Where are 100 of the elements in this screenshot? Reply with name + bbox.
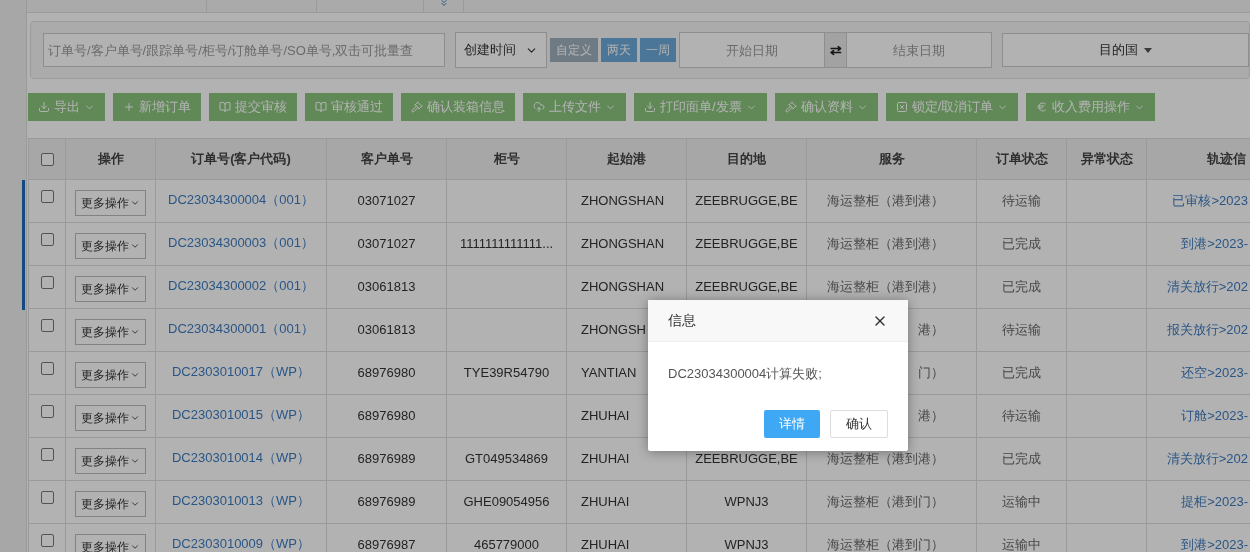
more-actions-dropdown[interactable]: 更多操作 xyxy=(75,319,146,345)
column-header[interactable]: 异常状态 xyxy=(1080,149,1133,169)
table-cell-text: ZEEBRUGGE,BE xyxy=(695,192,798,211)
table-cell-text: 运输中 xyxy=(1002,493,1041,512)
time-select[interactable]: 创建时间 xyxy=(455,32,547,68)
more-actions-dropdown[interactable]: 更多操作 xyxy=(75,362,146,388)
checkbox[interactable] xyxy=(40,448,54,461)
end-date-field[interactable]: 结束日期 xyxy=(846,32,992,68)
dialog-title: 信息 xyxy=(668,311,696,330)
track-link[interactable]: 订舱>2023- xyxy=(1181,406,1248,426)
table-cell-text: 待运输 xyxy=(1002,407,1041,426)
toolbar-button[interactable]: 上传文件 xyxy=(523,93,626,121)
search-field[interactable]: 订单号/客户单号/跟踪单号/柜号/订舱单号/SO单号,双击可批量查 xyxy=(43,33,445,67)
track-link[interactable]: 报关放行>202 xyxy=(1166,320,1248,340)
order-link[interactable]: DC2303010017（WP） xyxy=(172,362,310,382)
download-icon xyxy=(644,101,656,113)
column-header[interactable]: 订单状态 xyxy=(995,149,1048,169)
table-cell-text: ZHUHAI xyxy=(581,536,630,552)
table-cell-text: 海运整柜（港到门） xyxy=(827,493,944,512)
chevron-down-icon xyxy=(130,241,140,251)
checkbox[interactable] xyxy=(40,491,54,504)
toolbar-button[interactable]: 收入费用操作 xyxy=(1026,93,1156,121)
table-cell-text: ZHONGSHAN xyxy=(581,192,665,211)
table-cell-text: 运输中 xyxy=(1002,536,1041,552)
toolbar-button[interactable]: 锁定/取消订单 xyxy=(885,93,1019,121)
column-header[interactable]: 起始港 xyxy=(607,149,646,169)
more-actions-dropdown[interactable]: 更多操作 xyxy=(75,534,146,552)
start-date-field[interactable]: 开始日期 xyxy=(679,32,825,68)
table-cell-text: 68976980 xyxy=(357,364,416,383)
more-actions-dropdown[interactable]: 更多操作 xyxy=(75,405,146,431)
swap-button[interactable]: ⇄ xyxy=(825,32,846,68)
toolbar-button[interactable]: 导出 xyxy=(28,93,105,121)
checkbox[interactable] xyxy=(40,405,54,418)
column-header[interactable]: 轨迹信 xyxy=(1207,149,1246,169)
caret-icon xyxy=(1144,47,1152,53)
country-select[interactable]: 目的国 xyxy=(1002,33,1249,67)
toolbar-button[interactable]: 新增订单 xyxy=(113,93,201,121)
checkbox[interactable] xyxy=(40,190,54,203)
table-cell-text: 已完成 xyxy=(1002,278,1041,297)
table-cell-text: 465779000 xyxy=(473,536,540,552)
table-cell-text: ZHONGSHAN xyxy=(581,235,665,254)
table-cell-text: 海运整柜（港到门） xyxy=(827,536,944,552)
dialog-button[interactable]: 确认 xyxy=(830,410,888,438)
column-header[interactable]: 服务 xyxy=(878,149,905,169)
toolbar-button[interactable]: 审核通过 xyxy=(305,93,393,121)
order-link[interactable]: DC23034300001（001） xyxy=(168,319,314,339)
table-cell-text: 门） xyxy=(918,364,944,383)
dialog-button[interactable]: 详情 xyxy=(764,410,820,438)
range-button[interactable]: 两天 xyxy=(601,38,637,62)
more-actions-dropdown[interactable]: 更多操作 xyxy=(75,190,146,216)
range-button[interactable]: 一周 xyxy=(640,38,676,62)
table-cell-text: 68976989 xyxy=(357,493,416,512)
download-icon xyxy=(38,101,50,113)
checkbox[interactable] xyxy=(40,276,54,289)
table-cell-text: WPNJ3 xyxy=(724,493,769,512)
checkbox[interactable] xyxy=(40,319,54,332)
toolbar-button[interactable]: 提交审核 xyxy=(209,93,297,121)
more-actions-dropdown[interactable]: 更多操作 xyxy=(75,448,146,474)
track-link[interactable]: 已审核>2023 xyxy=(1172,191,1248,211)
chevron-down-icon xyxy=(130,413,140,423)
order-link[interactable]: DC2303010014（WP） xyxy=(172,448,310,468)
toolbar-button[interactable]: 打印面单/发票 xyxy=(634,93,767,121)
order-link[interactable]: DC23034300002（001） xyxy=(168,276,314,296)
track-link[interactable]: 清关放行>202 xyxy=(1166,277,1248,297)
order-link[interactable]: DC23034300003（001） xyxy=(168,233,314,253)
checkbox[interactable] xyxy=(40,362,54,375)
track-link[interactable]: 提柜>2023- xyxy=(1181,492,1248,512)
gavel-icon xyxy=(411,101,423,113)
toolbar-button[interactable]: 确认资料 xyxy=(774,93,878,121)
track-link[interactable]: 还空>2023- xyxy=(1181,363,1248,383)
column-header[interactable]: 柜号 xyxy=(493,149,520,169)
range-button[interactable]: 自定义 xyxy=(550,38,598,62)
table-cell-text: ZHUHAI xyxy=(581,493,630,512)
order-link[interactable]: DC2303010009（WP） xyxy=(172,534,310,552)
track-link[interactable]: 到港>2023- xyxy=(1181,234,1248,254)
checkbox[interactable] xyxy=(40,233,54,246)
more-actions-dropdown[interactable]: 更多操作 xyxy=(75,491,146,517)
table-cell-text: 港） xyxy=(918,407,944,426)
column-header[interactable]: 订单号(客户代码) xyxy=(191,149,291,169)
more-actions-dropdown[interactable]: 更多操作 xyxy=(75,233,146,259)
column-header[interactable]: 目的地 xyxy=(727,149,766,169)
order-link[interactable]: DC2303010013（WP） xyxy=(172,491,310,511)
table-cell-text: 68976980 xyxy=(357,407,416,426)
track-link[interactable]: 清关放行>202 xyxy=(1166,449,1248,469)
toolbar-button[interactable]: 确认装箱信息 xyxy=(401,93,515,121)
track-link[interactable]: 到港>2023- xyxy=(1181,535,1248,552)
chevron-down-icon xyxy=(130,327,140,337)
table-cell-text: 已完成 xyxy=(1002,235,1041,254)
table-cell-text: 68976989 xyxy=(357,450,416,469)
table-cell-text: ZHUHAI xyxy=(581,407,630,426)
column-header[interactable]: 操作 xyxy=(97,149,124,169)
order-link[interactable]: DC2303010015（WP） xyxy=(172,405,310,425)
checkbox[interactable] xyxy=(40,152,54,166)
order-link[interactable]: DC23034300004（001） xyxy=(168,190,314,210)
table-cell-text: YANTIAN xyxy=(581,364,637,383)
checkbox[interactable] xyxy=(40,534,54,547)
column-header[interactable]: 客户单号 xyxy=(360,149,413,169)
chevron-down-icon xyxy=(130,284,140,294)
more-actions-dropdown[interactable]: 更多操作 xyxy=(75,276,146,302)
book-icon xyxy=(219,101,231,113)
